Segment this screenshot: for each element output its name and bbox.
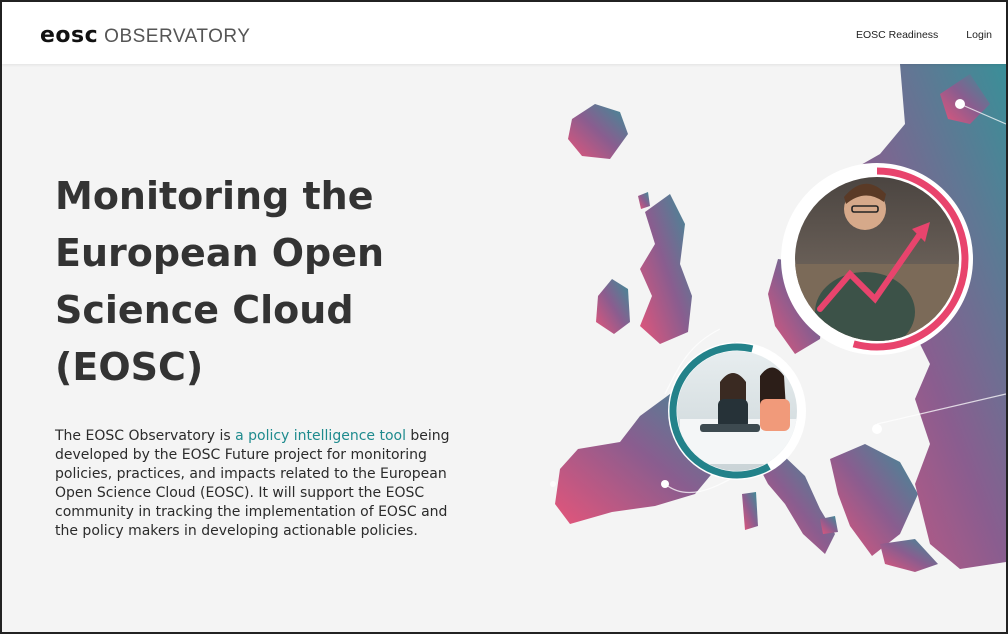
desc-text-before: The EOSC Observatory is — [55, 428, 236, 444]
hero-description: The EOSC Observatory is a policy intelli… — [55, 427, 465, 541]
top-navbar: eosc OBSERVATORY EOSC Readiness Login — [2, 2, 1006, 64]
logo-text: OBSERVATORY — [104, 26, 251, 47]
europe-map-illustration — [550, 64, 1006, 572]
logo-mark: eosc — [40, 23, 99, 48]
nav-links: EOSC Readiness Login — [856, 29, 992, 41]
eosc-observatory-logo[interactable]: eosc OBSERVATORY — [40, 23, 250, 48]
photo-large-circle — [781, 163, 973, 355]
policy-intelligence-tool-link[interactable]: a policy intelligence tool — [235, 428, 406, 444]
nav-link-login[interactable]: Login — [966, 29, 992, 41]
nav-link-eosc-readiness[interactable]: EOSC Readiness — [856, 29, 938, 41]
desc-text-after: being developed by the EOSC Future proje… — [55, 428, 450, 539]
hero-title: Monitoring the European Open Science Clo… — [55, 174, 385, 389]
